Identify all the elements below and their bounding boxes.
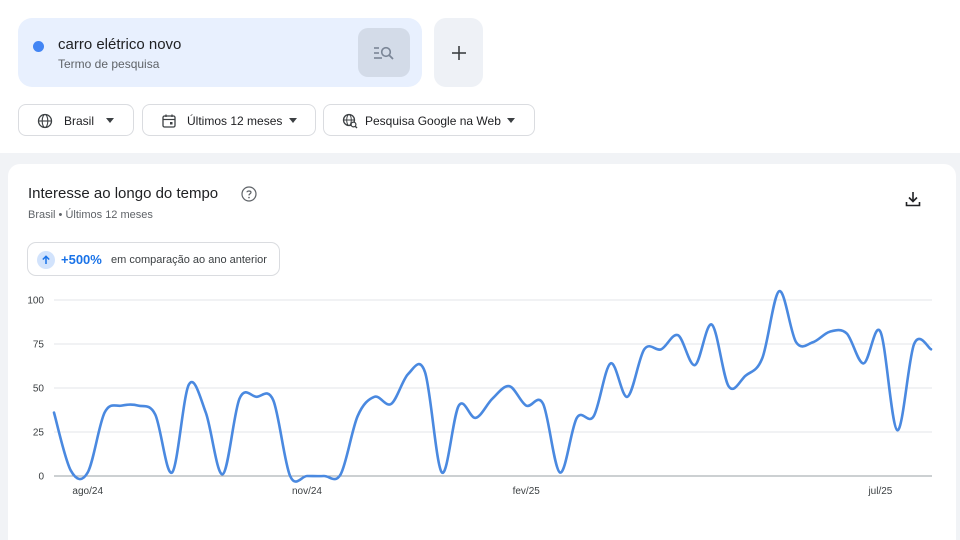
card-subtitle: Brasil • Últimos 12 meses xyxy=(28,209,153,221)
globe-icon xyxy=(37,113,53,129)
help-icon[interactable] xyxy=(241,186,257,202)
chevron-down-icon xyxy=(507,118,515,123)
plus-icon xyxy=(451,45,466,60)
calendar-icon xyxy=(162,114,176,128)
search-list-icon xyxy=(374,46,394,60)
search-term-options-button[interactable] xyxy=(358,28,410,77)
search-term-card[interactable]: carro elétrico novo Termo de pesquisa xyxy=(18,18,422,87)
interest-over-time-card: Interesse ao longo do tempo Brasil • Últ… xyxy=(8,164,956,540)
region-filter-label: Brasil xyxy=(64,114,95,128)
source-filter-label: Pesquisa Google na Web xyxy=(365,114,501,128)
card-title: Interesse ao longo do tempo xyxy=(28,185,219,202)
chevron-down-icon xyxy=(106,118,114,123)
yoy-description: em comparação ao ano anterior xyxy=(111,254,267,266)
period-filter-label: Últimos 12 meses xyxy=(187,114,283,128)
search-web-icon xyxy=(342,113,358,129)
add-comparison-button[interactable] xyxy=(434,18,483,87)
source-filter[interactable]: Pesquisa Google na Web xyxy=(323,104,535,136)
arrow-up-icon xyxy=(37,251,55,269)
period-filter[interactable]: Últimos 12 meses xyxy=(142,104,316,136)
chevron-down-icon xyxy=(289,118,297,123)
region-filter[interactable]: Brasil xyxy=(18,104,134,136)
yoy-value: +500% xyxy=(61,252,102,267)
search-term-subtitle: Termo de pesquisa xyxy=(58,57,160,71)
yoy-comparison-badge: +500% em comparação ao ano anterior xyxy=(27,242,280,276)
search-term-title: carro elétrico novo xyxy=(58,36,182,53)
query-panel: carro elétrico novo Termo de pesquisa Br… xyxy=(0,0,960,153)
series-color-dot xyxy=(33,41,44,52)
download-icon[interactable] xyxy=(904,190,922,208)
